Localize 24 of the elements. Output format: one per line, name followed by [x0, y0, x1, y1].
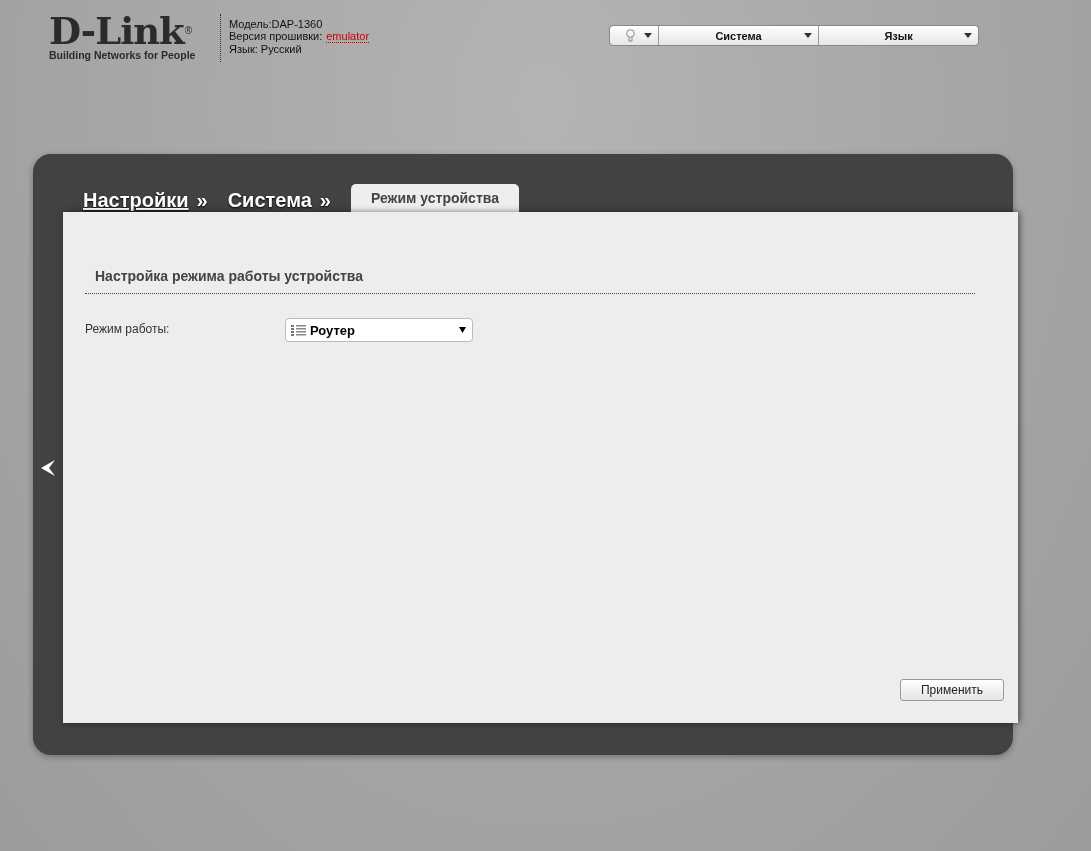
logo-text: D-Link: [49, 14, 184, 48]
breadcrumb-link[interactable]: Настройки: [83, 188, 189, 212]
model-info: Модель:DAP-1360: [229, 18, 324, 30]
back-arrow-icon[interactable]: [41, 459, 55, 476]
caret-icon: [964, 33, 973, 38]
field-label: Режим работы:: [85, 322, 171, 336]
apply-button[interactable]: Применить: [900, 679, 1004, 701]
caret-icon: [644, 33, 653, 38]
section-title: Настройка режима работы устройства: [85, 268, 975, 294]
language-info: Язык: Русский: [229, 43, 303, 55]
breadcrumb-separator: »: [196, 188, 208, 212]
breadcrumb-separator: »: [319, 188, 331, 212]
dropdown-arrow-icon: [459, 327, 466, 333]
caret-icon: [804, 33, 813, 38]
breadcrumb-link[interactable]: Система: [227, 188, 312, 212]
logo-tagline: Building Networks for People: [49, 49, 197, 61]
lightbulb-icon: [626, 29, 636, 42]
mode-select[interactable]: Роутер: [285, 318, 473, 342]
menu-button[interactable]: Язык: [818, 26, 979, 45]
menu-button[interactable]: Система: [658, 26, 819, 45]
tab[interactable]: Режим устройства: [350, 184, 519, 212]
registered-mark: ®: [184, 25, 193, 36]
list-icon: [291, 323, 306, 337]
firmware-label: Версия прошивки:: [229, 30, 323, 43]
